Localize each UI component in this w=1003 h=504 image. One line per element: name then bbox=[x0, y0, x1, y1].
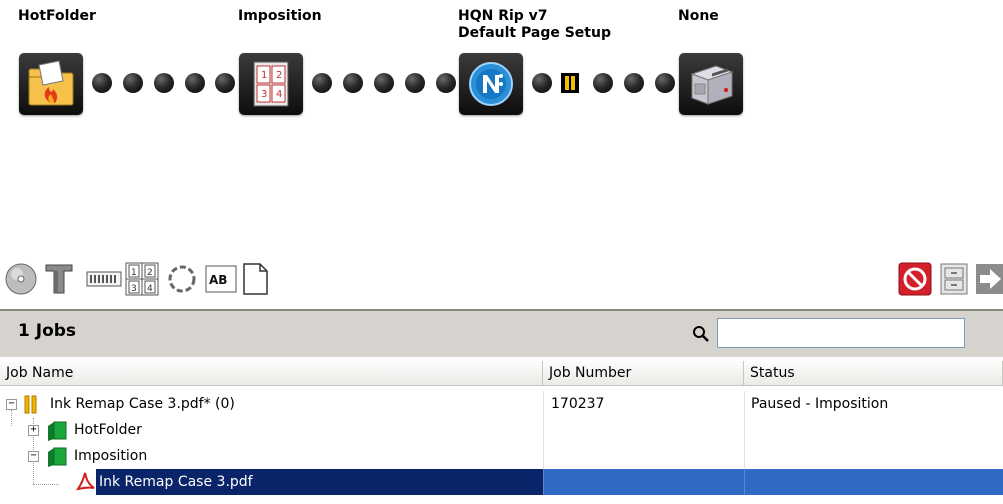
svg-text:1: 1 bbox=[131, 268, 137, 278]
svg-text:2: 2 bbox=[147, 268, 153, 278]
workflow-node-output[interactable] bbox=[679, 53, 743, 115]
stop-icon[interactable] bbox=[898, 262, 932, 296]
workflow-node-hotfolder[interactable] bbox=[19, 53, 83, 115]
workflow-connector-dot bbox=[343, 73, 363, 93]
svg-text:2: 2 bbox=[276, 70, 282, 81]
collapse-toggle[interactable]: − bbox=[6, 399, 17, 410]
workflow-node-label-output: None bbox=[678, 8, 719, 24]
workflow-connector-dot bbox=[436, 73, 456, 93]
workflow-connector-dot bbox=[374, 73, 394, 93]
svg-text:3: 3 bbox=[131, 284, 137, 294]
green-block-icon bbox=[46, 417, 68, 443]
search-icon bbox=[692, 325, 710, 347]
paused-icon bbox=[24, 391, 38, 417]
workflow-node-label-imposition: Imposition bbox=[238, 8, 322, 24]
workflow-connector-dot bbox=[405, 73, 425, 93]
workflow-node-imposition[interactable]: 1 2 3 4 bbox=[239, 53, 303, 115]
column-header-job-name[interactable]: Job Name bbox=[0, 361, 543, 386]
search-input[interactable] bbox=[717, 318, 965, 348]
workflow-connector-dot bbox=[532, 73, 552, 93]
svg-text:4: 4 bbox=[147, 284, 153, 294]
pdf-icon bbox=[75, 469, 96, 495]
svg-text:3: 3 bbox=[261, 89, 267, 100]
hotfolder-icon bbox=[28, 60, 74, 106]
refresh-icon[interactable] bbox=[165, 262, 199, 296]
page-icon[interactable] bbox=[241, 262, 269, 296]
hqn-rip-icon bbox=[469, 62, 513, 106]
workflow-connector-dot bbox=[593, 73, 613, 93]
svg-text:1: 1 bbox=[261, 70, 267, 81]
job-status: Paused - Imposition bbox=[751, 396, 889, 412]
job-stage-name: Imposition bbox=[74, 448, 148, 464]
workflow-node-rip[interactable] bbox=[459, 53, 523, 115]
workflow-connector-dot bbox=[655, 73, 675, 93]
job-name: Ink Remap Case 3.pdf* (0) bbox=[50, 396, 235, 412]
table-row[interactable]: − Imposition bbox=[0, 443, 1003, 469]
svg-text:4: 4 bbox=[276, 89, 282, 100]
workflow-connector-dot bbox=[215, 73, 235, 93]
workflow-connector-dot bbox=[312, 73, 332, 93]
workflow-node-label-hotfolder: HotFolder bbox=[18, 8, 96, 24]
film-strip-icon[interactable] bbox=[86, 262, 122, 296]
job-file-name: Ink Remap Case 3.pdf bbox=[99, 474, 253, 490]
table-row-selected[interactable]: Ink Remap Case 3.pdf bbox=[0, 469, 1003, 495]
svg-text:AB: AB bbox=[209, 273, 227, 287]
column-icon[interactable] bbox=[42, 262, 76, 296]
workflow-node-label-rip: HQN Rip v7 Default Page Setup bbox=[458, 8, 611, 41]
imposition-grid-icon[interactable]: 1 2 3 4 bbox=[125, 262, 159, 296]
collapse-toggle[interactable]: − bbox=[28, 451, 39, 462]
table-row[interactable]: + HotFolder bbox=[0, 417, 1003, 443]
disc-icon[interactable] bbox=[4, 262, 38, 296]
green-block-icon bbox=[46, 443, 68, 469]
job-stage-name: HotFolder bbox=[74, 422, 142, 438]
cabinet-icon[interactable] bbox=[938, 262, 970, 296]
workflow-connector-dot bbox=[123, 73, 143, 93]
workflow-connector-dot bbox=[154, 73, 174, 93]
jobs-count-label: 1 Jobs bbox=[18, 321, 77, 341]
ab-text-icon[interactable]: AB bbox=[205, 262, 237, 296]
job-number: 170237 bbox=[551, 396, 605, 412]
column-header-status[interactable]: Status bbox=[744, 361, 1003, 386]
workflow-connector-dot bbox=[624, 73, 644, 93]
expand-toggle[interactable]: + bbox=[28, 425, 39, 436]
imposition-icon: 1 2 3 4 bbox=[253, 61, 289, 107]
pause-icon[interactable] bbox=[561, 73, 579, 93]
output-device-icon bbox=[690, 65, 734, 105]
table-row[interactable]: − Ink Remap Case 3.pdf* (0) 170237 Pause… bbox=[0, 391, 1003, 417]
workflow-connector-dot bbox=[92, 73, 112, 93]
jobs-header-bar: 1 Jobs bbox=[0, 309, 1003, 357]
column-header-job-number[interactable]: Job Number bbox=[543, 361, 744, 386]
workflow-connector-dot bbox=[185, 73, 205, 93]
arrow-right-icon[interactable] bbox=[976, 262, 1003, 296]
